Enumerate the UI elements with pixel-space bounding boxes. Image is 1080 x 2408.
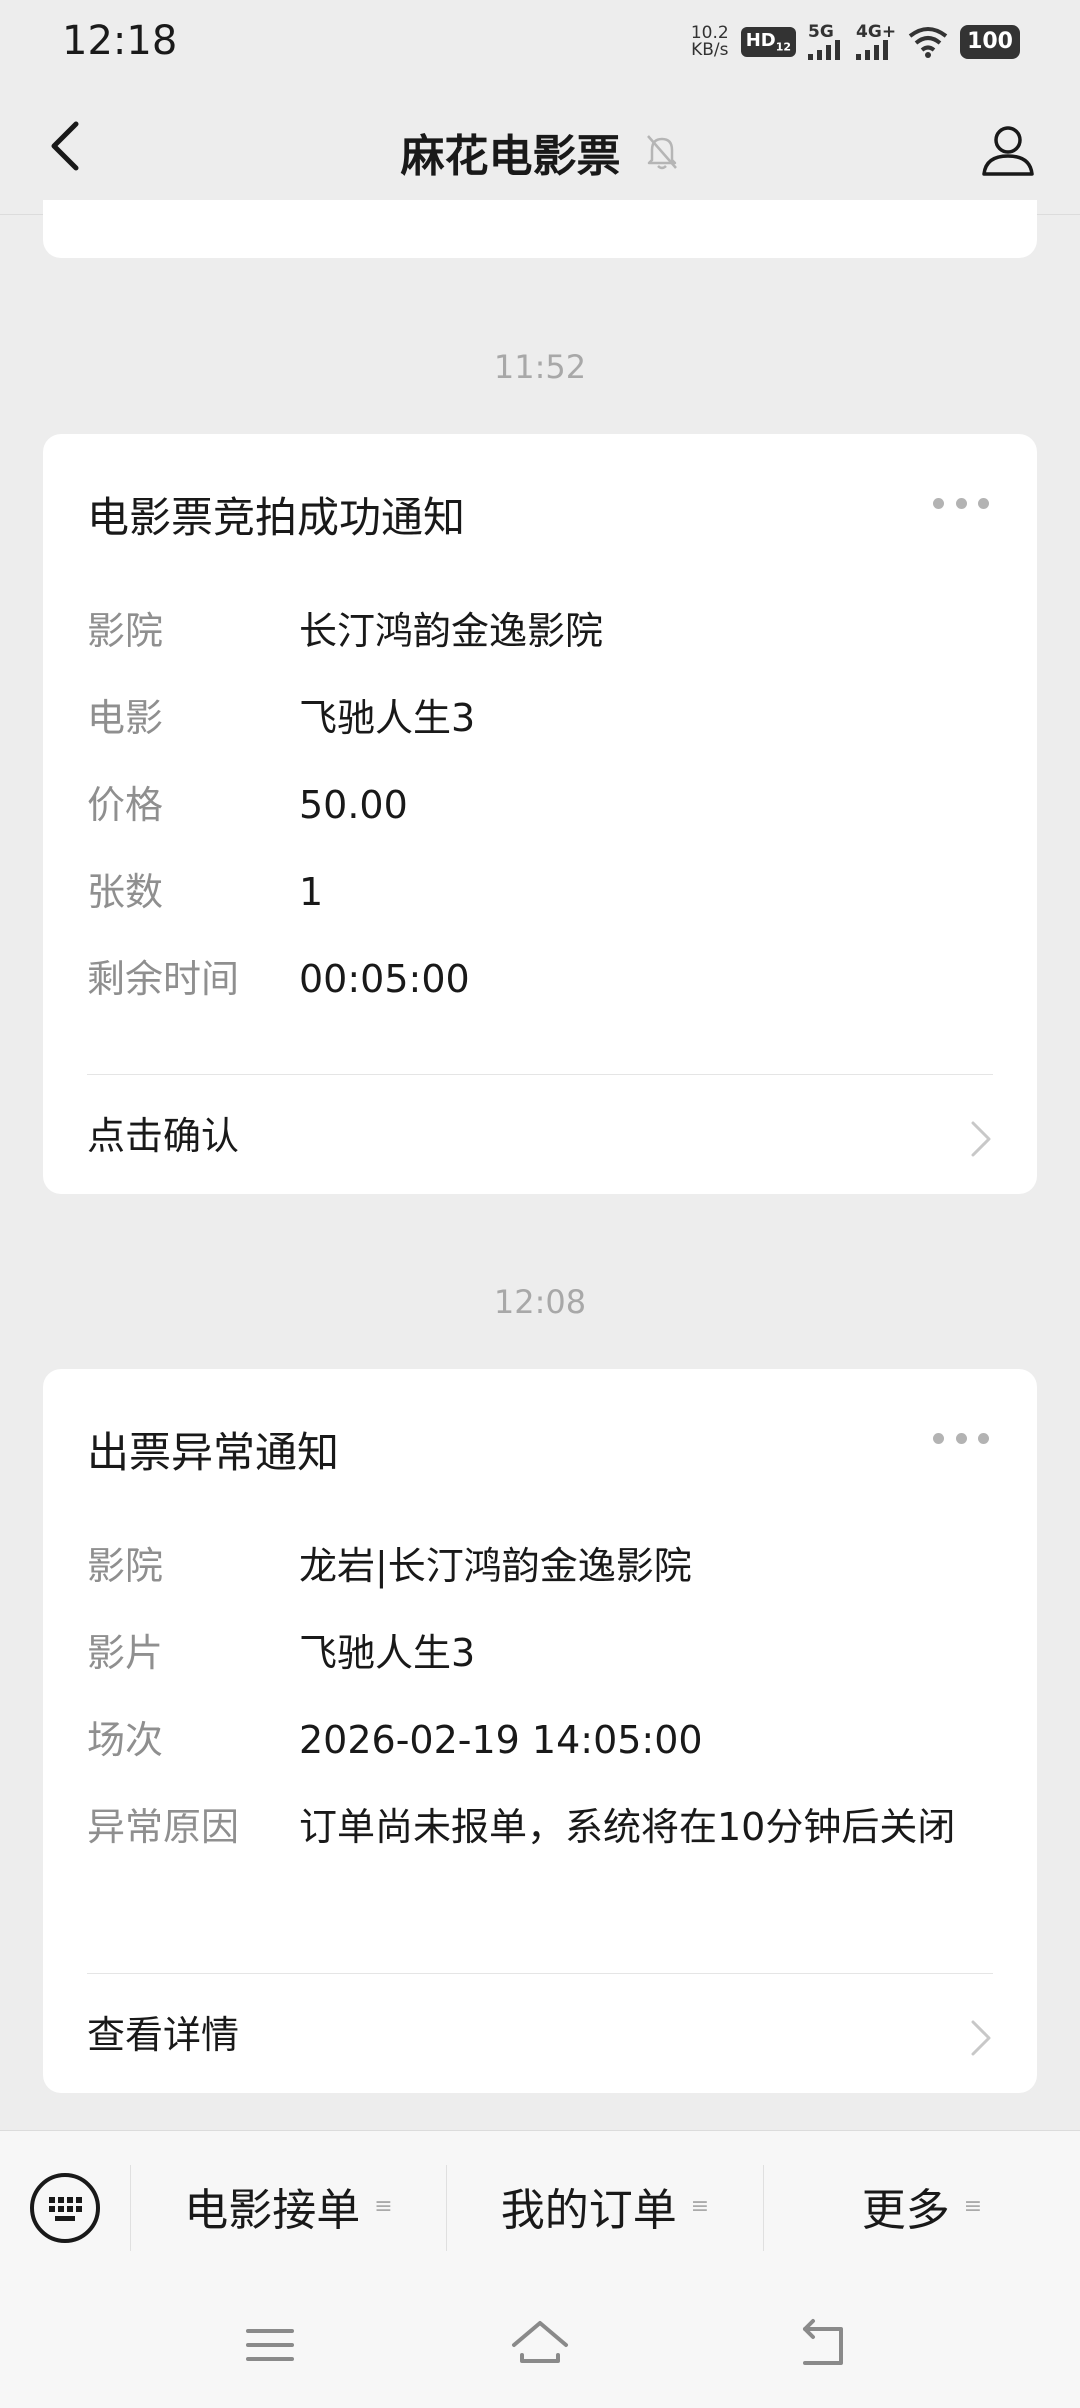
field-label: 价格	[87, 783, 164, 827]
divider	[87, 1973, 993, 1974]
signal-4g-label: 4G+	[856, 22, 897, 42]
field-value: 飞驰人生3	[299, 1631, 476, 1675]
status-icons: 10.2 KB/s HD12 5G 4G+ 100	[691, 22, 1020, 62]
title-wrap: 麻花电影票	[0, 120, 1080, 184]
menu-my-orders[interactable]: 我的订单 ≡	[447, 2131, 763, 2281]
field-value: 长汀鸿韵金逸影院	[299, 609, 604, 653]
field-row: 剩余时间 00:05:00	[87, 956, 993, 1002]
page-title: 麻花电影票	[400, 131, 621, 182]
field-row: 场次 2026-02-19 14:05:00	[87, 1717, 993, 1763]
user-icon[interactable]	[978, 120, 1038, 180]
view-details-label: 查看详情	[87, 2013, 240, 2057]
field-value: 2026-02-19 14:05:00	[299, 1718, 703, 1762]
message-timestamp: 12:08	[493, 1283, 587, 1321]
field-label: 影片	[87, 1631, 164, 1675]
home-icon[interactable]	[510, 2315, 570, 2375]
previous-message-card[interactable]	[43, 200, 1037, 258]
menu-icon[interactable]	[240, 2315, 300, 2375]
field-value: 00:05:00	[299, 957, 470, 1001]
field-row: 张数 1	[87, 869, 993, 915]
card-title: 电影票竞拍成功通知	[87, 493, 466, 542]
field-label: 场次	[87, 1718, 164, 1762]
ticket-error-card: 出票异常通知 影院 龙岩|长汀鸿韵金逸影院 影片 飞驰人生3 场次 2026-02-1…	[43, 1369, 1037, 2093]
signal-5g-icon: 5G	[808, 24, 844, 60]
confirm-link[interactable]: 点击确认	[87, 1101, 993, 1171]
system-nav-bar	[0, 2281, 1080, 2408]
field-label: 影院	[87, 1544, 164, 1588]
submenu-mark: ≡	[690, 2193, 710, 2219]
confirm-link-label: 点击确认	[87, 1114, 240, 1158]
hd-sub: 12	[775, 40, 792, 54]
status-bar: 12:18 10.2 KB/s HD12 5G 4G+ 100	[0, 0, 1080, 84]
keyboard-icon[interactable]	[28, 2171, 102, 2245]
menu-label: 更多	[861, 2185, 950, 2236]
card-title: 出票异常通知	[87, 1428, 340, 1477]
menu-label: 我的订单	[500, 2185, 677, 2236]
field-row: 电影 飞驰人生3	[87, 695, 993, 741]
chat-header: 麻花电影票	[0, 84, 1080, 215]
status-time: 12:18	[62, 18, 178, 64]
field-value: 1	[299, 870, 324, 914]
hd-icon: HD12	[740, 27, 797, 57]
field-row: 影片 飞驰人生3	[87, 1630, 993, 1676]
wifi-icon	[908, 27, 948, 58]
message-timestamp: 11:52	[493, 348, 587, 386]
network-speed: 10.2 KB/s	[691, 25, 729, 59]
submenu-mark: ≡	[374, 2193, 393, 2219]
field-row: 价格 50.00	[87, 782, 993, 828]
signal-4g-icon: 4G+	[856, 24, 896, 60]
field-value: 龙岩|长汀鸿韵金逸影院	[299, 1544, 692, 1588]
field-row: 影院 长汀鸿韵金逸影院	[87, 608, 993, 654]
menu-more[interactable]: 更多 ≡	[764, 2131, 1080, 2281]
menu-label: 电影接单	[184, 2185, 361, 2236]
more-options-icon[interactable]	[933, 496, 989, 510]
signal-5g-label: 5G	[808, 22, 834, 42]
submenu-mark: ≡	[963, 2193, 983, 2219]
field-label: 异常原因	[87, 1805, 240, 1849]
field-row: 影院 龙岩|长汀鸿韵金逸影院	[87, 1543, 993, 1589]
field-label: 剩余时间	[87, 957, 240, 1001]
card-fields: 影院 龙岩|长汀鸿韵金逸影院 影片 飞驰人生3 场次 2026-02-19 14:05…	[87, 1543, 993, 1891]
battery-icon: 100	[960, 25, 1020, 59]
chevron-right-icon	[971, 1121, 991, 1157]
menu-movie-orders[interactable]: 电影接单 ≡	[131, 2131, 446, 2281]
field-label: 影院	[87, 609, 164, 653]
bell-off-icon	[646, 135, 677, 170]
divider	[87, 1074, 993, 1075]
field-row: 异常原因 订单尚未报单，系统将在10分钟后关闭	[87, 1804, 993, 1850]
field-value: 订单尚未报单，系统将在10分钟后关闭	[299, 1805, 956, 1849]
more-options-icon[interactable]	[933, 1431, 989, 1445]
field-value: 50.00	[299, 783, 408, 827]
auction-success-card: 电影票竞拍成功通知 影院 长汀鸿韵金逸影院 电影 飞驰人生3 价格 50.00 张数 1…	[43, 434, 1037, 1194]
network-speed-unit: KB/s	[691, 40, 729, 60]
view-details-link[interactable]: 查看详情	[87, 2000, 993, 2070]
hd-label: HD	[745, 30, 776, 52]
back-icon[interactable]	[795, 2315, 855, 2375]
bottom-menu: 电影接单 ≡ 我的订单 ≡ 更多 ≡	[0, 2130, 1080, 2281]
field-label: 张数	[87, 870, 164, 914]
chevron-right-icon	[971, 2020, 991, 2056]
field-label: 电影	[87, 696, 164, 740]
card-fields: 影院 长汀鸿韵金逸影院 电影 飞驰人生3 价格 50.00 张数 1 剩余时间 00:05…	[87, 608, 993, 1043]
field-value: 飞驰人生3	[299, 696, 476, 740]
